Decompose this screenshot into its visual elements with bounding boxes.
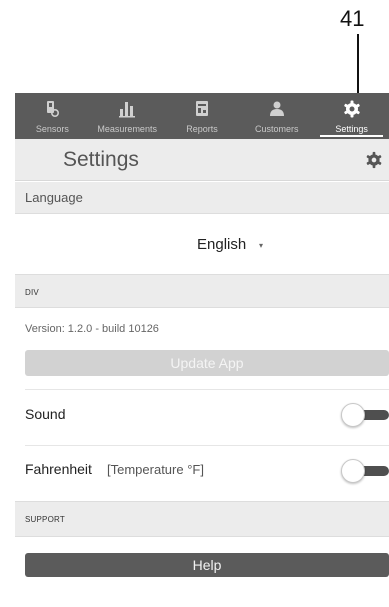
- gear-icon: [343, 100, 360, 118]
- sensor-icon: [47, 101, 60, 118]
- support-section-header: SUPPORT: [15, 501, 389, 537]
- sound-label: Sound: [25, 406, 66, 422]
- customer-icon: [269, 101, 284, 116]
- language-row: English ▾: [15, 214, 389, 274]
- support-section-label: SUPPORT: [25, 515, 65, 524]
- bar-chart-icon: [119, 102, 136, 118]
- tab-label: Sensors: [35, 124, 69, 134]
- update-app-button[interactable]: Update App: [25, 350, 389, 376]
- chevron-down-icon[interactable]: ▾: [259, 241, 263, 250]
- gear-icon[interactable]: [365, 151, 383, 169]
- temperature-unit-hint: [Temperature °F]: [107, 462, 204, 477]
- toggle-knob: [341, 403, 365, 427]
- tab-reports[interactable]: Reports: [165, 93, 240, 139]
- help-button[interactable]: Help: [25, 553, 389, 577]
- callout-line: [357, 34, 359, 96]
- sound-toggle[interactable]: [341, 403, 389, 427]
- page-title: Settings: [63, 148, 139, 171]
- fahrenheit-label: Fahrenheit: [25, 461, 92, 477]
- tab-customers[interactable]: Customers: [239, 93, 314, 139]
- tab-sensors[interactable]: Sensors: [15, 93, 90, 139]
- callout-number: 41: [340, 6, 365, 31]
- toggle-knob: [341, 459, 365, 483]
- app-window: Sensors Measurements Reports Customers S…: [15, 93, 389, 607]
- version-text: Version: 1.2.0 - build 10126: [25, 323, 159, 335]
- tab-settings[interactable]: Settings: [314, 93, 389, 139]
- tab-bar: Sensors Measurements Reports Customers S…: [15, 93, 389, 139]
- report-icon: [195, 101, 208, 116]
- tab-label: Customers: [255, 124, 299, 134]
- divider: [25, 389, 389, 390]
- divider: [25, 445, 389, 446]
- page-header: Settings: [15, 139, 389, 181]
- div-section-header: DIV: [15, 274, 389, 308]
- fahrenheit-toggle[interactable]: [341, 459, 389, 483]
- tab-label: Reports: [186, 124, 218, 134]
- tab-label: Settings: [335, 124, 368, 134]
- language-section-header: Language: [15, 182, 389, 214]
- language-section-label: Language: [25, 190, 83, 205]
- language-select[interactable]: English: [197, 236, 246, 253]
- tab-measurements[interactable]: Measurements: [90, 93, 165, 139]
- tab-label: Measurements: [97, 124, 157, 134]
- div-section-label: DIV: [25, 288, 39, 297]
